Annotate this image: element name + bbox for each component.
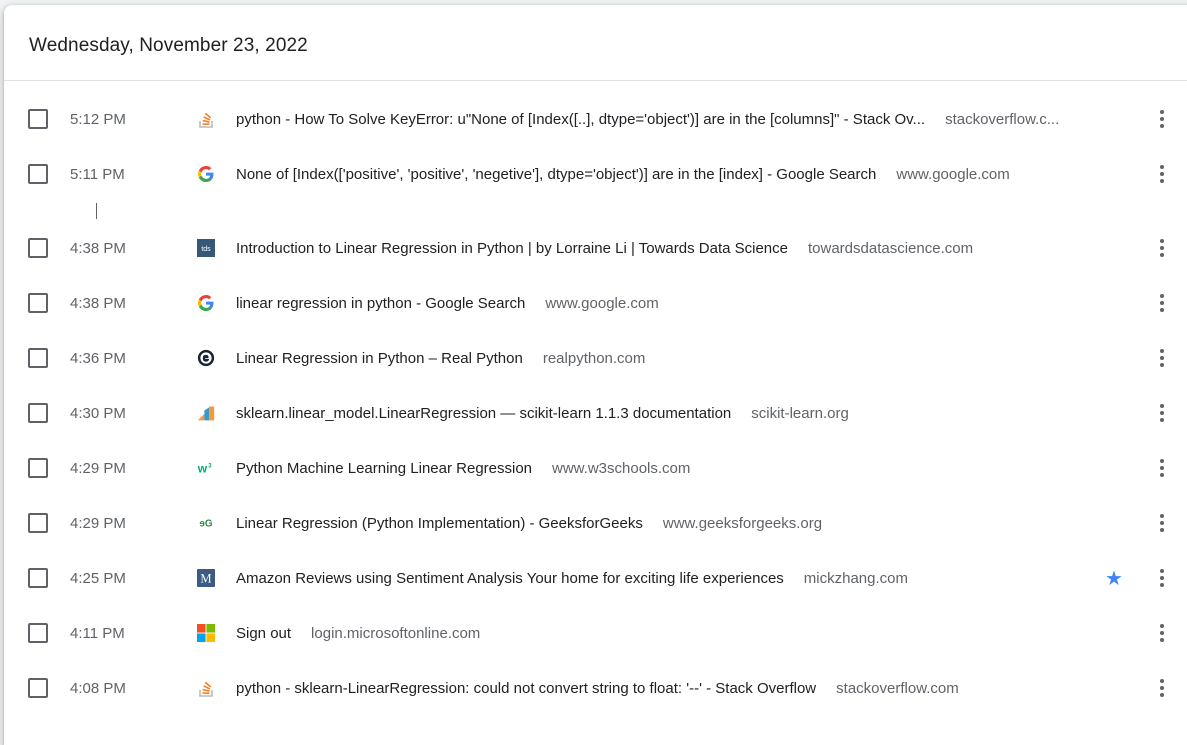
entry-title[interactable]: Python Machine Learning Linear Regressio… xyxy=(236,460,532,477)
history-entry[interactable]: 4:29 PM ɘG Linear Regression (Python Imple… xyxy=(0,501,1183,545)
entry-domain: realpython.com xyxy=(542,349,646,367)
more-actions-icon[interactable] xyxy=(1152,162,1172,186)
entry-domain: mickzhang.com xyxy=(803,569,908,587)
entry-domain: stackoverflow.c... xyxy=(945,110,1060,128)
more-actions-icon[interactable] xyxy=(1152,566,1172,590)
entry-link[interactable]: None of [Index(['positive', 'positive', … xyxy=(236,166,1010,183)
entry-domain: towardsdatascience.com xyxy=(808,239,974,257)
entry-checkbox[interactable] xyxy=(28,164,48,184)
entry-title[interactable]: Amazon Reviews using Sentiment Analysis … xyxy=(236,570,784,587)
entry-title[interactable]: None of [Index(['positive', 'positive', … xyxy=(236,166,876,183)
more-actions-icon[interactable] xyxy=(1152,107,1172,131)
history-entry[interactable]: 4:08 PM python - sklearn-LinearRegression… xyxy=(0,666,1183,710)
entry-checkbox[interactable] xyxy=(28,513,48,533)
entry-domain: www.w3schools.com xyxy=(552,459,691,477)
history-day-header: Wednesday, November 23, 2022 xyxy=(4,5,1187,81)
entry-domain: www.geeksforgeeks.org xyxy=(662,514,823,532)
history-entry[interactable]: 5:11 PM None of [Index(['positive', 'posi… xyxy=(0,152,1183,196)
svg-text:ɘG: ɘG xyxy=(199,519,212,530)
entry-link[interactable]: Sign out login.microsoftonline.com xyxy=(236,625,480,642)
entry-checkbox[interactable] xyxy=(28,678,48,698)
scikit-learn-icon xyxy=(197,404,215,422)
entry-link[interactable]: Linear Regression in Python – Real Pytho… xyxy=(236,350,645,367)
geeksforgeeks-icon: ɘG xyxy=(197,514,215,532)
medium-m-icon: M xyxy=(197,569,215,587)
history-entry[interactable]: 4:38 PM tds Introduction to Linear Regress… xyxy=(0,226,1183,270)
more-actions-icon[interactable] xyxy=(1152,456,1172,480)
entry-title[interactable]: python - sklearn-LinearRegression: could… xyxy=(236,680,816,697)
entry-time: 4:29 PM xyxy=(70,459,126,477)
entry-checkbox[interactable] xyxy=(28,293,48,313)
entry-link[interactable]: Introduction to Linear Regression in Pyt… xyxy=(236,240,973,257)
entry-link[interactable]: Linear Regression (Python Implementation… xyxy=(236,515,822,532)
entry-checkbox[interactable] xyxy=(28,568,48,588)
entry-time: 4:11 PM xyxy=(70,624,125,642)
w3schools-icon: w3 xyxy=(197,459,215,477)
svg-text:M: M xyxy=(200,572,211,586)
entry-checkbox[interactable] xyxy=(28,348,48,368)
entry-checkbox[interactable] xyxy=(28,109,48,129)
history-entry[interactable]: 4:36 PM Linear Regression in Python – Rea… xyxy=(0,336,1183,380)
more-actions-icon[interactable] xyxy=(1152,401,1172,425)
svg-text:w: w xyxy=(197,462,208,476)
entry-title[interactable]: linear regression in python - Google Sea… xyxy=(236,295,525,312)
entry-title[interactable]: Sign out xyxy=(236,625,291,642)
time-gap-separator xyxy=(96,203,97,219)
google-icon xyxy=(197,165,215,183)
date-title: Wednesday, November 23, 2022 xyxy=(29,34,308,56)
svg-text:tds: tds xyxy=(201,246,211,253)
entry-domain: login.microsoftonline.com xyxy=(311,624,481,642)
entry-title[interactable]: Linear Regression (Python Implementation… xyxy=(236,515,643,532)
entry-title[interactable]: Introduction to Linear Regression in Pyt… xyxy=(236,240,788,257)
entry-link[interactable]: python - How To Solve KeyError: u"None o… xyxy=(236,111,1059,128)
entry-link[interactable]: python - sklearn-LinearRegression: could… xyxy=(236,680,959,697)
entry-time: 4:38 PM xyxy=(70,239,126,257)
more-actions-icon[interactable] xyxy=(1152,676,1172,700)
entry-link[interactable]: linear regression in python - Google Sea… xyxy=(236,295,659,312)
entry-checkbox[interactable] xyxy=(28,623,48,643)
entry-link[interactable]: sklearn.linear_model.LinearRegression — … xyxy=(236,405,849,422)
more-actions-icon[interactable] xyxy=(1152,236,1172,260)
bookmark-star-icon: ★ xyxy=(1105,567,1123,590)
history-entry[interactable]: 5:12 PM python - How To Solve KeyError: u… xyxy=(0,97,1183,141)
entry-link[interactable]: Amazon Reviews using Sentiment Analysis … xyxy=(236,570,908,587)
entry-checkbox[interactable] xyxy=(28,403,48,423)
entry-checkbox[interactable] xyxy=(28,238,48,258)
stackoverflow-icon xyxy=(197,679,215,697)
entry-domain: scikit-learn.org xyxy=(751,404,849,422)
entry-domain: www.google.com xyxy=(896,165,1010,183)
stackoverflow-icon xyxy=(197,110,215,128)
history-entry[interactable]: 4:30 PM sklearn.linear_model.LinearRegres… xyxy=(0,391,1183,435)
entry-time: 4:25 PM xyxy=(70,569,126,587)
more-actions-icon[interactable] xyxy=(1152,291,1172,315)
google-icon xyxy=(197,294,215,312)
history-entry[interactable]: 4:25 PM M Amazon Reviews using Sentiment A… xyxy=(0,556,1183,600)
history-entry[interactable]: 4:11 PM Sign out login.microsoftonline.com xyxy=(0,611,1183,655)
entry-domain: stackoverflow.com xyxy=(836,679,959,697)
tds-icon: tds xyxy=(197,239,215,257)
entry-time: 4:08 PM xyxy=(70,679,126,697)
microsoft-icon xyxy=(197,624,215,642)
entry-time: 4:30 PM xyxy=(70,404,126,422)
entry-time: 4:38 PM xyxy=(70,294,126,312)
more-actions-icon[interactable] xyxy=(1152,346,1172,370)
entry-time: 4:36 PM xyxy=(70,349,126,367)
more-actions-icon[interactable] xyxy=(1152,511,1172,535)
entry-time: 5:11 PM xyxy=(70,165,125,183)
history-entry[interactable]: 4:38 PM linear regression in python - Goo… xyxy=(0,281,1183,325)
entry-checkbox[interactable] xyxy=(28,458,48,478)
entry-time: 4:29 PM xyxy=(70,514,126,532)
entry-title[interactable]: python - How To Solve KeyError: u"None o… xyxy=(236,111,925,128)
entry-domain: www.google.com xyxy=(545,294,659,312)
history-entry[interactable]: 4:29 PM w 3 Python Machine Learning Linear … xyxy=(0,446,1183,490)
realpython-icon xyxy=(197,349,215,367)
entry-title[interactable]: Linear Regression in Python – Real Pytho… xyxy=(236,350,523,367)
entry-title[interactable]: sklearn.linear_model.LinearRegression — … xyxy=(236,405,731,422)
entry-time: 5:12 PM xyxy=(70,110,126,128)
entry-link[interactable]: Python Machine Learning Linear Regressio… xyxy=(236,460,690,477)
svg-text:3: 3 xyxy=(208,463,212,469)
more-actions-icon[interactable] xyxy=(1152,621,1172,645)
